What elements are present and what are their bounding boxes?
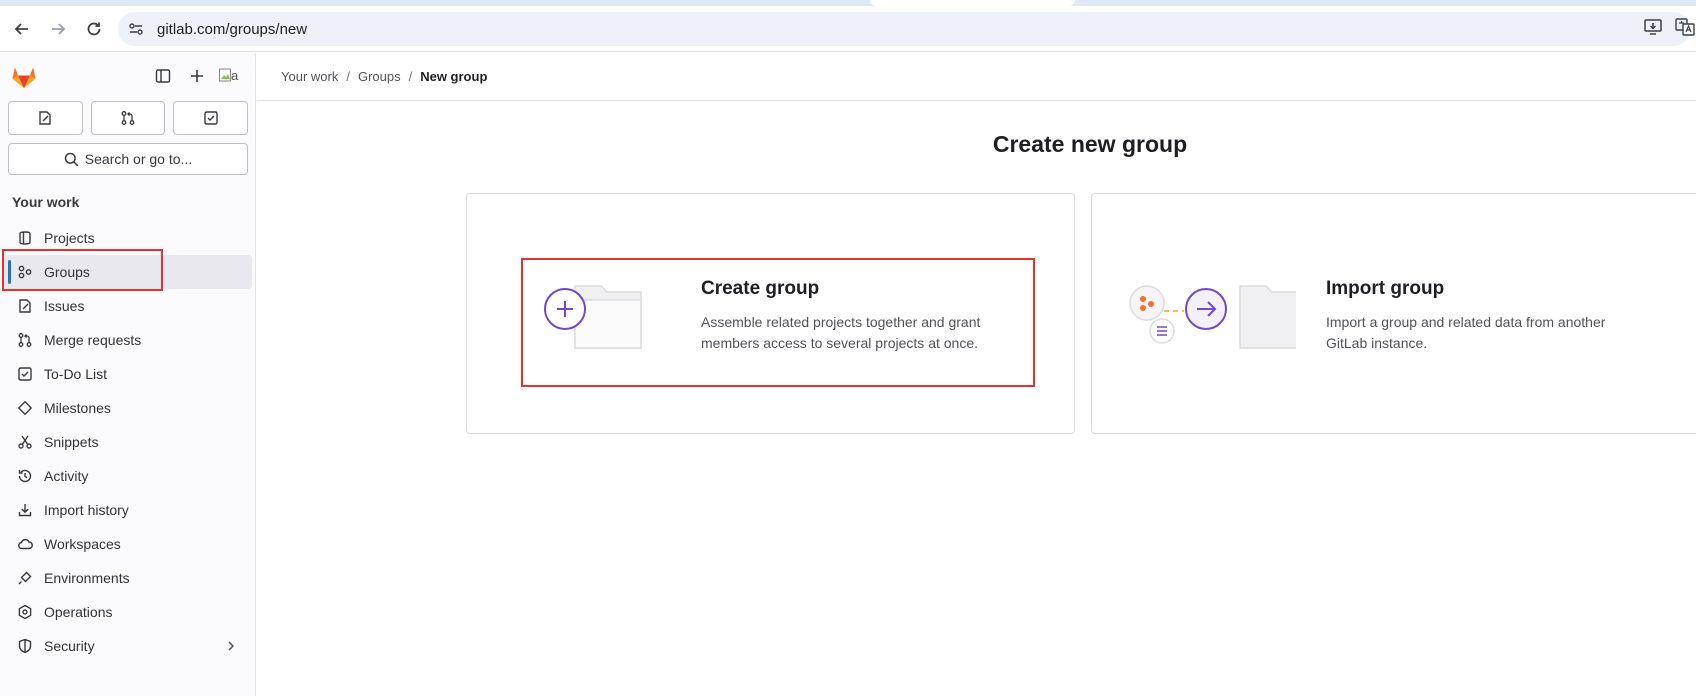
breadcrumb-your-work[interactable]: Your work xyxy=(281,69,338,84)
sidebar-item-label: Merge requests xyxy=(44,332,142,348)
sidebar-item-issues[interactable]: Issues xyxy=(4,289,252,323)
collapse-sidebar-icon[interactable] xyxy=(152,65,174,87)
import-group-title: Import group xyxy=(1326,278,1445,299)
plus-icon[interactable] xyxy=(186,65,208,87)
back-icon[interactable] xyxy=(10,17,34,41)
sidebar-item-milestones[interactable]: Milestones xyxy=(4,391,252,425)
issues-icon xyxy=(39,111,52,125)
search-icon xyxy=(64,152,79,166)
chevron-right-icon[interactable] xyxy=(222,637,240,655)
merge-request-icon xyxy=(121,111,135,125)
breadcrumb-groups[interactable]: Groups xyxy=(358,69,401,84)
shield-icon xyxy=(16,637,34,655)
sidebar-item-label: Milestones xyxy=(44,400,111,416)
count-buttons xyxy=(8,101,249,135)
sidebar-item-activity[interactable]: Activity xyxy=(4,459,252,493)
operations-icon xyxy=(16,603,34,621)
browser-toolbar: gitlab.com/groups/new xyxy=(0,6,1696,52)
groups-highlight-box xyxy=(2,249,163,291)
page-title: Create new group xyxy=(992,131,1188,157)
todo-icon xyxy=(203,111,218,125)
workspace-icon xyxy=(16,535,34,553)
gitlab-logo-icon[interactable] xyxy=(10,63,38,91)
sidebar-item-label: Workspaces xyxy=(44,536,121,552)
search-label: Search or go to... xyxy=(84,151,193,167)
site-settings-icon[interactable] xyxy=(128,21,144,37)
history-icon xyxy=(16,467,34,485)
url-text: gitlab.com/groups/new xyxy=(157,21,308,38)
reload-icon[interactable] xyxy=(82,17,106,41)
create-group-highlight-box xyxy=(521,258,1035,387)
sidebar-item-label: Snippets xyxy=(44,434,99,450)
import-icon xyxy=(16,501,34,519)
sidebar: a Search or go to... Your work Projects … xyxy=(0,53,256,696)
todos-count-button[interactable] xyxy=(173,101,249,135)
import-group-card[interactable]: Import group Import a group and related … xyxy=(1091,193,1696,434)
header-divider xyxy=(257,100,1696,101)
sidebar-item-snippets[interactable]: Snippets xyxy=(4,425,252,459)
sidebar-item-security[interactable]: Security xyxy=(4,629,252,663)
merge-requests-count-button[interactable] xyxy=(90,101,166,135)
sidebar-item-label: Issues xyxy=(44,298,85,314)
milestone-icon xyxy=(16,399,34,417)
sidebar-item-label: Projects xyxy=(44,230,95,246)
sidebar-item-environments[interactable]: Environments xyxy=(4,561,252,595)
sidebar-item-todo-list[interactable]: To-Do List xyxy=(4,357,252,391)
sidebar-item-operations[interactable]: Operations xyxy=(4,595,252,629)
address-bar[interactable]: gitlab.com/groups/new xyxy=(118,12,1690,46)
issues-icon xyxy=(16,297,34,315)
avatar[interactable]: a xyxy=(219,64,245,86)
sidebar-item-label: Import history xyxy=(44,502,129,518)
sidebar-item-import-history[interactable]: Import history xyxy=(4,493,252,527)
forward-icon[interactable] xyxy=(46,17,70,41)
breadcrumb-separator: / xyxy=(346,69,350,84)
translate-icon[interactable] xyxy=(1674,16,1696,38)
search-button[interactable]: Search or go to... xyxy=(8,143,248,175)
import-group-illustration-icon xyxy=(1126,278,1307,358)
sidebar-item-label: Operations xyxy=(44,604,113,620)
sidebar-item-merge-requests[interactable]: Merge requests xyxy=(4,323,252,357)
breadcrumb-separator: / xyxy=(408,69,413,84)
merge-request-icon xyxy=(16,331,34,349)
section-title: Your work xyxy=(12,194,80,210)
project-icon xyxy=(16,229,34,247)
issues-count-button[interactable] xyxy=(8,101,83,135)
sidebar-item-label: Environments xyxy=(44,570,130,586)
sidebar-item-workspaces[interactable]: Workspaces xyxy=(4,527,252,561)
sidebar-item-label: Security xyxy=(44,638,95,654)
import-group-description: Import a group and related data from ano… xyxy=(1326,314,1606,351)
sidebar-item-label: Activity xyxy=(44,468,89,484)
sidebar-item-label: To-Do List xyxy=(44,366,108,382)
install-app-icon[interactable] xyxy=(1642,16,1664,38)
todo-icon xyxy=(16,365,34,383)
breadcrumb-new-group[interactable]: New group xyxy=(420,69,487,84)
avatar-alt-text: a xyxy=(231,67,239,83)
environment-icon xyxy=(16,569,34,587)
snippet-icon xyxy=(16,433,34,451)
breadcrumb: Your work / Groups / New group xyxy=(281,69,487,84)
